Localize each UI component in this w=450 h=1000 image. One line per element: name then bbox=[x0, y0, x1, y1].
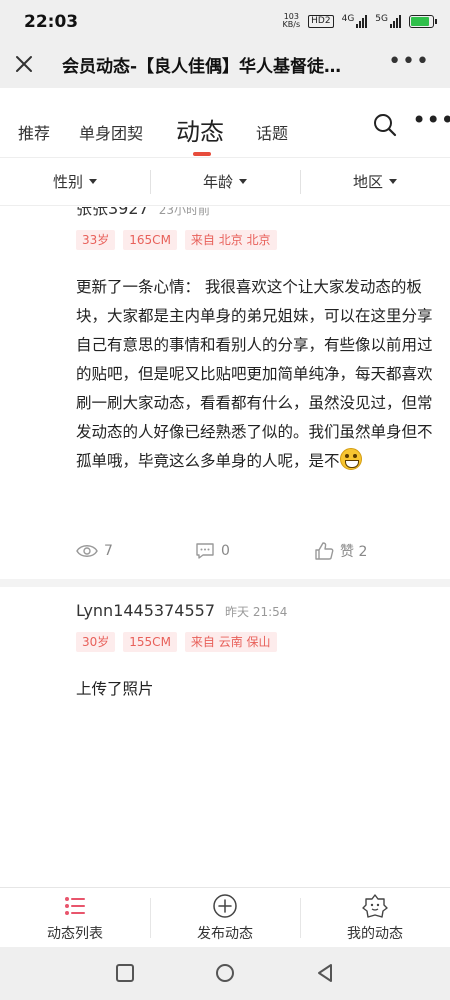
search-icon[interactable] bbox=[372, 112, 398, 138]
tab-single-fellowship[interactable]: 单身团契 bbox=[79, 120, 143, 144]
tab-moments[interactable]: 动态 bbox=[176, 112, 224, 147]
nav-label: 我的动态 bbox=[347, 925, 403, 942]
caret-down-icon bbox=[389, 179, 397, 184]
list-icon bbox=[65, 896, 85, 915]
title-bar: 会员动态-【良人佳偶】华人基督徒… ••• bbox=[0, 42, 450, 88]
nav-post-moment[interactable]: 发布动态 bbox=[150, 888, 300, 947]
post-divider bbox=[0, 579, 450, 587]
nav-moments-list[interactable]: 动态列表 bbox=[0, 888, 150, 947]
post-tags: 30岁 155CM 来自 云南 保山 bbox=[76, 632, 277, 652]
post-content[interactable]: 更新了一条心情： 我很喜欢这个让大家发动态的板块，大家都是主内单身的弟兄姐妹，可… bbox=[76, 273, 438, 476]
active-tab-indicator bbox=[193, 152, 211, 156]
tag-location: 来自 云南 保山 bbox=[184, 632, 277, 652]
post-header: Lynn1445374557 昨天 21:54 bbox=[76, 601, 287, 620]
filter-region[interactable]: 地区 bbox=[300, 158, 450, 205]
like-button[interactable]: 赞 2 bbox=[314, 541, 367, 561]
tag-height: 165CM bbox=[123, 230, 177, 250]
caret-down-icon bbox=[89, 179, 97, 184]
status-icons: 103 KB/s HD2 4G 5G bbox=[282, 12, 437, 30]
back-icon[interactable] bbox=[314, 962, 336, 984]
filter-bar: 性别 年龄 地区 bbox=[0, 158, 450, 206]
tag-height: 155CM bbox=[123, 632, 177, 652]
post-card: 张张3927 23小时前 33岁 165CM 来自 北京 北京 更新了一条心情： … bbox=[0, 207, 450, 579]
filter-age[interactable]: 年龄 bbox=[150, 158, 300, 205]
nav-label: 发布动态 bbox=[197, 925, 253, 942]
recent-apps-icon[interactable] bbox=[114, 962, 136, 984]
caret-down-icon bbox=[239, 179, 247, 184]
signal-icon-5g: 5G bbox=[375, 14, 401, 28]
tab-topics[interactable]: 话题 bbox=[256, 120, 288, 144]
tag-age: 30岁 bbox=[76, 632, 116, 652]
filter-gender[interactable]: 性别 bbox=[0, 158, 150, 205]
network-speed: 103 KB/s bbox=[282, 12, 301, 29]
post-username[interactable]: 张张3927 bbox=[76, 207, 149, 218]
battery-icon bbox=[409, 14, 437, 28]
add-circle-icon bbox=[213, 893, 237, 918]
post-time: 23小时前 bbox=[158, 207, 211, 217]
comment-icon bbox=[196, 543, 214, 559]
status-bar: 22:03 103 KB/s HD2 4G 5G bbox=[0, 0, 450, 42]
post-time: 昨天 21:54 bbox=[225, 605, 288, 619]
nav-label: 动态列表 bbox=[47, 925, 103, 942]
hd-voice-icon: HD2 bbox=[308, 14, 334, 28]
tag-location: 来自 北京 北京 bbox=[184, 230, 277, 250]
grin-emoji-icon bbox=[339, 448, 362, 470]
tab-more-icon[interactable]: ••• bbox=[412, 108, 450, 132]
post-actions: 7 0 赞 2 bbox=[76, 541, 436, 561]
eye-icon bbox=[76, 545, 98, 557]
views-stat: 7 bbox=[76, 541, 195, 561]
comment-button[interactable]: 0 bbox=[195, 541, 314, 561]
more-dots-icon[interactable]: ••• bbox=[388, 51, 430, 73]
page-title: 会员动态-【良人佳偶】华人基督徒… bbox=[62, 57, 342, 77]
post-card: Lynn1445374557 昨天 21:54 30岁 155CM 来自 云南 保… bbox=[0, 587, 450, 887]
avatar-face-icon bbox=[362, 893, 388, 918]
bottom-nav: 动态列表 发布动态 我的动态 bbox=[0, 887, 450, 947]
post-tags: 33岁 165CM 来自 北京 北京 bbox=[76, 230, 277, 250]
system-nav-bar bbox=[0, 947, 450, 1000]
post-username[interactable]: Lynn1445374557 bbox=[76, 601, 215, 620]
post-feed[interactable]: 张张3927 23小时前 33岁 165CM 来自 北京 北京 更新了一条心情： … bbox=[0, 207, 450, 887]
close-icon[interactable] bbox=[12, 52, 36, 76]
home-icon[interactable] bbox=[214, 962, 236, 984]
nav-my-moments[interactable]: 我的动态 bbox=[300, 888, 450, 947]
post-content[interactable]: 上传了照片 bbox=[76, 675, 438, 704]
signal-icon-4g: 4G bbox=[342, 14, 368, 28]
tag-age: 33岁 bbox=[76, 230, 116, 250]
thumbs-up-icon bbox=[315, 542, 334, 560]
status-time: 22:03 bbox=[24, 12, 79, 32]
tab-recommend[interactable]: 推荐 bbox=[18, 120, 50, 144]
post-header: 张张3927 23小时前 bbox=[76, 207, 210, 219]
battery-level bbox=[411, 16, 429, 26]
